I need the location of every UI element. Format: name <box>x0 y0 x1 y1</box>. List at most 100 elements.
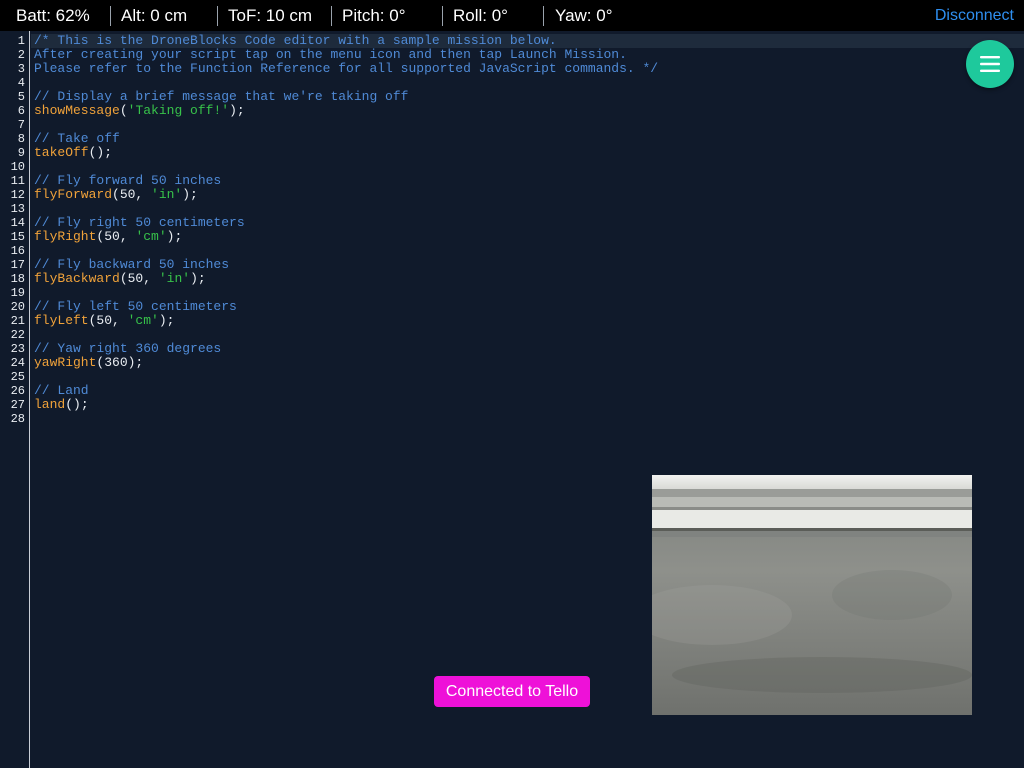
line-number: 18 <box>10 272 25 286</box>
line-number: 7 <box>17 118 25 132</box>
code-token: 'Taking off!' <box>127 103 230 118</box>
code-line[interactable]: land(); <box>34 398 89 412</box>
code-token: After creating your script tap on the me… <box>34 47 627 62</box>
code-line[interactable]: // Fly left 50 centimeters <box>34 300 237 314</box>
code-token: 'cm' <box>127 313 159 328</box>
line-number: 5 <box>17 90 25 104</box>
code-token: (50, <box>112 187 152 202</box>
code-token: flyLeft <box>34 313 89 328</box>
code-line[interactable]: yawRight(360); <box>34 356 143 370</box>
code-token: takeOff <box>34 145 89 160</box>
disconnect-button[interactable]: Disconnect <box>935 0 1014 31</box>
line-number: 4 <box>17 76 25 90</box>
line-number: 22 <box>10 328 25 342</box>
code-line[interactable]: After creating your script tap on the me… <box>34 48 627 62</box>
code-token: Please refer to the Function Reference f… <box>34 61 659 76</box>
code-line[interactable]: flyLeft(50, 'cm'); <box>34 314 174 328</box>
code-token: /* This is the DroneBlocks Code editor w… <box>34 33 557 48</box>
divider <box>442 6 443 26</box>
code-token: // Land <box>34 383 89 398</box>
yaw-readout: Yaw: 0° <box>555 6 613 25</box>
code-token: ); <box>190 271 206 286</box>
code-token: (); <box>88 145 113 160</box>
divider <box>543 6 544 26</box>
code-token: (360); <box>96 355 144 370</box>
tof-readout: ToF: 10 cm <box>228 6 313 25</box>
code-token: (50, <box>88 313 128 328</box>
code-token: ( <box>119 103 128 118</box>
code-line[interactable]: flyRight(50, 'cm'); <box>34 230 182 244</box>
code-token: flyRight <box>34 229 97 244</box>
line-number: 26 <box>10 384 25 398</box>
line-number: 21 <box>10 314 25 328</box>
code-line[interactable]: flyBackward(50, 'in'); <box>34 272 206 286</box>
code-line[interactable]: // Fly forward 50 inches <box>34 174 221 188</box>
line-number: 14 <box>10 216 25 230</box>
code-line[interactable]: // Land <box>34 384 89 398</box>
status-bar: Batt: 62% Alt: 0 cm ToF: 10 cm Pitch: 0°… <box>0 0 1024 31</box>
divider <box>217 6 218 26</box>
code-token: // Display a brief message that we're ta… <box>34 89 409 104</box>
line-number: 28 <box>10 412 25 426</box>
code-line[interactable]: /* This is the DroneBlocks Code editor w… <box>34 34 557 48</box>
line-number: 13 <box>10 202 25 216</box>
line-number: 20 <box>10 300 25 314</box>
code-token: ); <box>166 229 183 244</box>
line-number: 2 <box>17 48 25 62</box>
hamburger-menu-icon <box>980 56 1000 72</box>
code-token: // Fly left 50 centimeters <box>34 299 237 314</box>
code-line[interactable]: takeOff(); <box>34 146 112 160</box>
code-token: (); <box>65 397 89 412</box>
code-token: 'cm' <box>135 229 167 244</box>
line-number: 11 <box>10 174 25 188</box>
line-number: 10 <box>10 160 25 174</box>
altitude-readout: Alt: 0 cm <box>121 6 188 25</box>
code-token: (50, <box>96 229 136 244</box>
line-number: 27 <box>10 398 25 412</box>
line-number: 23 <box>10 342 25 356</box>
code-line[interactable]: // Fly backward 50 inches <box>34 258 229 272</box>
code-token: ); <box>229 103 245 118</box>
code-line[interactable]: // Display a brief message that we're ta… <box>34 90 408 104</box>
divider <box>110 6 111 26</box>
code-token: land <box>34 397 66 412</box>
connection-toast: Connected to Tello <box>434 676 590 707</box>
code-token: showMessage <box>34 103 120 118</box>
line-number: 19 <box>10 286 25 300</box>
line-number: 24 <box>10 356 25 370</box>
line-number: 6 <box>17 104 25 118</box>
code-line[interactable]: showMessage('Taking off!'); <box>34 104 245 118</box>
pitch-readout: Pitch: 0° <box>342 6 406 25</box>
line-number: 3 <box>17 62 25 76</box>
line-number: 17 <box>10 258 25 272</box>
code-token: (50, <box>119 271 159 286</box>
code-token: 'in' <box>151 187 183 202</box>
code-token: flyBackward <box>34 271 120 286</box>
battery-readout: Batt: 62% <box>16 6 90 25</box>
code-token: // Yaw right 360 degrees <box>34 341 222 356</box>
line-number-gutter: 1 2 3 4 5 6 7 8 9 10 11 12 13 14 15 16 17 18 19 20 21 22 23 24 2… <box>0 31 30 768</box>
code-token: yawRight <box>34 355 97 370</box>
menu-button[interactable] <box>966 40 1014 88</box>
code-token: // Fly forward 50 inches <box>34 173 222 188</box>
code-line[interactable]: Please refer to the Function Reference f… <box>34 62 658 76</box>
line-number: 15 <box>10 230 25 244</box>
line-number: 8 <box>17 132 25 146</box>
code-token: 'in' <box>158 271 191 286</box>
camera-feed-image <box>652 475 972 715</box>
camera-feed <box>652 475 972 715</box>
code-line[interactable]: // Take off <box>34 132 120 146</box>
code-line[interactable]: // Fly right 50 centimeters <box>34 216 245 230</box>
line-number: 12 <box>10 188 25 202</box>
code-token: // Take off <box>34 131 120 146</box>
code-token: ); <box>182 187 198 202</box>
divider <box>331 6 332 26</box>
code-line[interactable]: // Yaw right 360 degrees <box>34 342 221 356</box>
code-token: ); <box>158 313 175 328</box>
roll-readout: Roll: 0° <box>453 6 508 25</box>
line-number: 25 <box>10 370 25 384</box>
line-number: 1 <box>17 34 25 48</box>
line-number: 9 <box>17 146 25 160</box>
code-line[interactable]: flyForward(50, 'in'); <box>34 188 198 202</box>
line-number: 16 <box>10 244 25 258</box>
